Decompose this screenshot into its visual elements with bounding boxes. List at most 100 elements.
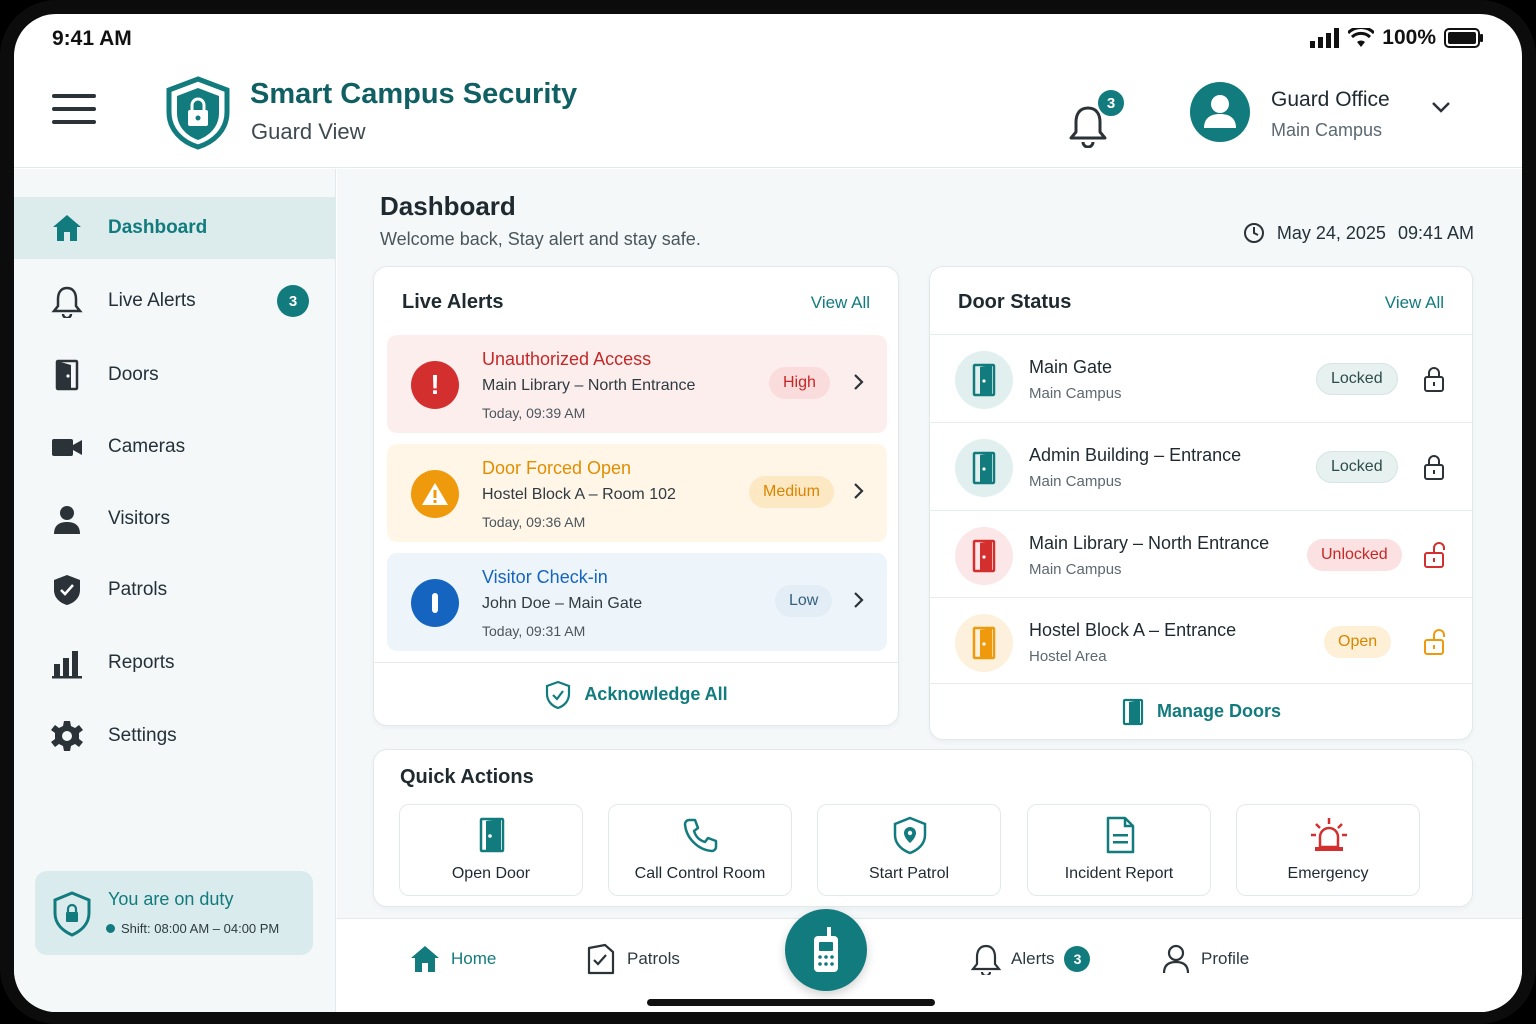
door-location: Main Campus — [1029, 385, 1122, 402]
menu-icon-line — [52, 107, 96, 111]
battery-icon — [1444, 28, 1483, 48]
open-door-button[interactable]: Open Door — [399, 804, 583, 896]
bottom-nav-patrols[interactable]: Patrols — [583, 941, 680, 977]
clock-icon — [1243, 223, 1264, 243]
menu-icon-line — [52, 94, 96, 98]
call-control-room-button[interactable]: Call Control Room — [608, 804, 792, 896]
sidebar-item-label: Visitors — [108, 508, 170, 529]
signal-icon — [1310, 28, 1340, 48]
bottom-nav-home[interactable]: Home — [409, 941, 496, 977]
current-date: May 24, 2025 — [1276, 222, 1386, 243]
door-status-badge: Unlocked — [1307, 539, 1402, 571]
menu-button[interactable] — [52, 94, 96, 134]
bottom-nav-alerts[interactable]: Alerts 3 — [971, 941, 1091, 977]
notifications-button[interactable]: 3 — [1068, 88, 1126, 148]
duty-title: You are on duty — [108, 889, 234, 909]
live-alerts-view-all-link[interactable]: View All — [811, 293, 870, 313]
status-time: 9:41 AM — [52, 27, 132, 50]
door-row-admin-building[interactable]: Admin Building – Entrance Main Campus Lo… — [930, 422, 1472, 510]
door-row-main-library[interactable]: Main Library – North Entrance Main Campu… — [930, 510, 1472, 598]
alert-item-low[interactable]: Visitor Check-in John Doe – Main Gate To… — [387, 553, 887, 651]
severity-badge: High — [769, 367, 830, 399]
alert-item-medium[interactable]: Door Forced Open Hostel Block A – Room 1… — [387, 444, 887, 542]
notification-badge: 3 — [1096, 88, 1126, 118]
battery-percent: 100% — [1382, 26, 1436, 49]
screen: 9:41 AM 100% Smart Campus Security Guard… — [14, 14, 1522, 1012]
duty-shift: Shift: 08:00 AM – 04:00 PM — [121, 921, 280, 936]
bar-chart-icon — [52, 651, 82, 679]
acknowledge-all-label: Acknowledge All — [584, 684, 728, 704]
profile-menu[interactable]: Guard Office Main Campus — [1190, 82, 1480, 148]
chevron-right-icon — [854, 592, 864, 608]
live-alerts-card: Live Alerts View All ! Unauthorized Acce… — [373, 266, 899, 726]
app-title: Smart Campus Security — [250, 78, 578, 110]
door-status-badge: Locked — [1316, 363, 1398, 395]
alert-title: Unauthorized Access — [482, 349, 652, 369]
shield-lock-logo-icon — [164, 76, 232, 155]
sidebar-item-label: Settings — [108, 725, 177, 746]
live-alerts-badge: 3 — [277, 285, 309, 317]
bottom-nav-label: Profile — [1201, 949, 1250, 968]
home-indicator — [647, 999, 935, 1006]
bottom-nav-profile[interactable]: Profile — [1161, 941, 1249, 977]
current-time: 09:41 AM — [1397, 222, 1474, 243]
sidebar-item-live-alerts[interactable]: Live Alerts 3 — [14, 270, 336, 332]
door-status-view-all-link[interactable]: View All — [1385, 293, 1444, 313]
chevron-down-icon — [1432, 102, 1450, 113]
door-status-card: Door Status View All Main Gate Main Camp… — [929, 266, 1473, 740]
emergency-button[interactable]: Emergency — [1236, 804, 1420, 896]
door-name: Admin Building – Entrance — [1029, 445, 1242, 465]
bottom-nav-label: Alerts — [1011, 949, 1055, 968]
quick-actions-title: Quick Actions — [400, 766, 534, 788]
profile-name: Guard Office — [1271, 88, 1390, 111]
sidebar-item-reports[interactable]: Reports — [14, 632, 336, 694]
severity-badge: Medium — [749, 476, 834, 508]
status-bar: 9:41 AM 100% — [14, 14, 1522, 64]
incident-report-button[interactable]: Incident Report — [1027, 804, 1211, 896]
door-name: Main Library – North Entrance — [1029, 533, 1270, 553]
user-icon — [1162, 944, 1190, 974]
tablet-frame: 9:41 AM 100% Smart Campus Security Guard… — [0, 0, 1536, 1024]
status-indicators: 100% — [1310, 26, 1484, 50]
quick-actions-card: Quick Actions Open Door Call Control Roo… — [373, 749, 1473, 907]
door-row-main-gate[interactable]: Main Gate Main Campus Locked — [930, 334, 1472, 422]
duty-indicator-dot — [106, 924, 115, 933]
acknowledge-all-button[interactable]: Acknowledge All — [374, 662, 898, 726]
sidebar-item-patrols[interactable]: Patrols — [14, 559, 336, 621]
user-icon — [1204, 95, 1236, 128]
door-icon — [955, 439, 1013, 497]
location-shield-icon — [893, 816, 927, 855]
gear-icon — [51, 721, 83, 751]
bottom-navigation: Home Patrols Alerts 3 Profile — [337, 909, 1522, 1012]
sidebar-item-dashboard[interactable]: Dashboard — [14, 197, 336, 259]
door-status-title: Door Status — [958, 291, 1072, 313]
start-patrol-button[interactable]: Start Patrol — [817, 804, 1001, 896]
sidebar-item-cameras[interactable]: Cameras — [14, 416, 336, 478]
sidebar-item-label: Dashboard — [108, 217, 208, 238]
quick-action-label: Emergency — [1287, 865, 1369, 882]
current-datetime: May 24, 2025 09:41 AM — [1243, 222, 1474, 244]
sidebar-item-doors[interactable]: Doors — [14, 344, 336, 406]
sidebar-item-label: Live Alerts — [108, 290, 196, 311]
phone-icon — [683, 818, 718, 853]
chevron-right-icon — [854, 374, 864, 390]
alert-item-high[interactable]: ! Unauthorized Access Main Library – Nor… — [387, 335, 887, 433]
user-icon — [54, 506, 80, 534]
bell-icon — [51, 286, 83, 318]
door-location: Hostel Area — [1029, 648, 1107, 665]
avatar — [1190, 82, 1250, 142]
bottom-nav-label: Patrols — [627, 949, 680, 968]
sidebar-item-label: Patrols — [108, 579, 168, 600]
alert-title: Door Forced Open — [482, 458, 632, 478]
sidebar-item-settings[interactable]: Settings — [14, 705, 336, 767]
door-icon — [479, 817, 505, 853]
sidebar-item-visitors[interactable]: Visitors — [14, 488, 336, 550]
radio-call-button[interactable] — [785, 909, 867, 991]
alert-time: Today, 09:39 AM — [482, 405, 586, 421]
door-row-hostel-block[interactable]: Hostel Block A – Entrance Hostel Area Op… — [930, 597, 1472, 685]
live-alerts-title: Live Alerts — [402, 291, 504, 313]
main-content: Dashboard Welcome back, Stay alert and s… — [337, 169, 1522, 1012]
exclamation-icon: ! — [411, 361, 459, 409]
manage-doors-button[interactable]: Manage Doors — [930, 683, 1472, 739]
app-subtitle: Guard View — [251, 119, 366, 144]
